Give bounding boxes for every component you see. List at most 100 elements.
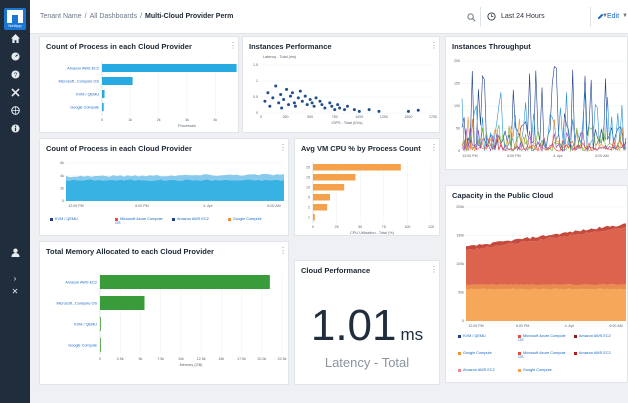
breadcrumb-tenant[interactable]: Tenant Name xyxy=(40,13,82,20)
legend-item[interactable]: Amazon AWS EC2 xyxy=(574,351,611,355)
instances-throughput-line-chart: 0 50 100 150 200 12:00 PM 6:00 PM 4. Apr 6:00 AM xyxy=(454,59,627,158)
x-tick-label: 25 xyxy=(335,225,339,229)
x-tick-label: 4. Apr xyxy=(203,204,213,208)
bar xyxy=(102,64,237,72)
widget-title: Instances Throughput xyxy=(452,42,531,51)
y-tick-label: 0 xyxy=(62,199,64,203)
gauge-icon[interactable] xyxy=(6,52,24,66)
search-icon[interactable] xyxy=(464,10,478,24)
legend-label: Google Compute xyxy=(463,351,492,355)
scatter-point xyxy=(352,108,356,112)
x-tick-label: 17.5k xyxy=(237,357,246,361)
latency-number: 1.01 xyxy=(310,301,397,350)
user-icon[interactable] xyxy=(6,248,24,262)
legend-item[interactable]: Microsoft Azure Compute OS xyxy=(518,351,566,359)
capacity-area-chart: 0 50k 100k 150k 200k 12:00 PM 6:00 PM 4. Apr 6:0… xyxy=(456,205,626,328)
legend-item[interactable]: KVM / QEMU xyxy=(50,217,78,221)
widget-menu-icon[interactable]: ⋮ xyxy=(430,144,438,152)
y-tick-label: 150k xyxy=(456,234,464,238)
legend-item[interactable]: Google Compute xyxy=(228,217,262,221)
scatter-point xyxy=(300,99,304,103)
category-label: 1 xyxy=(308,216,310,220)
x-tick-label: 1000 xyxy=(355,115,363,119)
widget-title: Count of Process in each Cloud Provider xyxy=(46,42,192,51)
legend-item[interactable]: KVM / QEMU xyxy=(458,334,486,338)
y-axis-label: Latency - Total (ms) xyxy=(263,55,297,59)
x-tick-label: 4. Apr xyxy=(565,324,575,328)
widget-menu-icon[interactable]: ⋮ xyxy=(229,42,237,50)
scatter-point xyxy=(296,96,300,100)
scatter-point xyxy=(292,101,296,105)
widget-title: Cloud Performance xyxy=(301,266,371,275)
y-tick-label: 0 xyxy=(462,319,464,323)
widget-process-count-bar: Count of Process in each Cloud Provider … xyxy=(39,36,239,133)
widget-menu-icon[interactable]: ⋮ xyxy=(430,266,438,274)
x-tick-label: 75 xyxy=(382,225,386,229)
scatter-point xyxy=(338,106,342,110)
legend-item[interactable]: Amazon AWS EC2 xyxy=(172,217,209,221)
widget-menu-icon[interactable]: ⋮ xyxy=(430,42,438,50)
avg-vm-cpu-bar-chart: 0 25 50 75 100 125 20 15 10 5 2 1 CPU Utilization - … xyxy=(306,162,434,235)
netapp-logo[interactable]: NetApp xyxy=(4,8,26,30)
scatter-point xyxy=(268,104,272,108)
expand-icon[interactable]: › xyxy=(6,272,24,286)
edit-chevron-down-icon[interactable]: ▼ xyxy=(622,13,628,19)
x-tick-label: 6:00 PM xyxy=(507,154,520,158)
y-tick-label: 0.5 xyxy=(253,95,258,99)
legend-label: Amazon AWS EC2 xyxy=(579,334,611,338)
widget-menu-icon[interactable]: ⋮ xyxy=(279,247,287,255)
x-tick-label: 0 xyxy=(312,225,314,229)
scatter-point xyxy=(271,96,275,100)
x-axis-label: CPU Utilization - Total (%) xyxy=(350,231,395,235)
legend-label: Amazon AWS EC2 xyxy=(579,351,611,355)
scatter-point xyxy=(333,108,337,112)
legend-label: KVM / QEMU xyxy=(463,334,486,338)
x-tick-label: 15k xyxy=(218,357,224,361)
scatter-point xyxy=(357,109,361,113)
x-tick-label: 100 xyxy=(404,225,410,229)
category-label: Google Compute xyxy=(70,105,99,109)
y-tick-label: 2k xyxy=(60,187,64,191)
legend-item[interactable]: Google Compute xyxy=(518,368,552,372)
x-tick-label: 12:00 PM xyxy=(68,204,83,208)
legend-item[interactable]: Amazon AWS EC2 xyxy=(574,334,611,338)
x-tick-label: 250 xyxy=(283,115,289,119)
scatter-point xyxy=(320,103,324,107)
scatter-point xyxy=(277,101,281,105)
scatter-point xyxy=(305,103,309,107)
home-icon[interactable] xyxy=(6,34,24,48)
question-icon[interactable]: ? xyxy=(6,70,24,84)
category-label: Amazon AWS EC2 xyxy=(67,66,99,70)
legend-item[interactable]: Microsoft Azure Compute OS xyxy=(115,217,165,225)
x-tick-label: 6:00 PM xyxy=(516,324,529,328)
widget-instances-throughput: Instances Throughput 0 50 100 150 200 12:00 P… xyxy=(445,36,628,170)
scatter-point xyxy=(282,98,286,101)
x-tick-label: 10k xyxy=(178,357,184,361)
info-icon[interactable] xyxy=(6,124,24,138)
scatter-point xyxy=(308,98,312,101)
collapse-icon[interactable]: ✕ xyxy=(6,285,24,299)
scatter-point xyxy=(293,104,297,108)
tools-icon[interactable] xyxy=(6,88,24,102)
scatter-point xyxy=(303,94,307,98)
x-tick-label: 12:00 PM xyxy=(462,154,477,158)
globe-icon[interactable] xyxy=(6,106,24,120)
legend-item[interactable]: Google Compute xyxy=(458,351,492,355)
category-label: Microsoft...Compute OS xyxy=(58,79,99,83)
scatter-point xyxy=(343,108,347,112)
legend-label: Google Compute xyxy=(233,217,262,221)
y-tick-label: 50k xyxy=(458,291,464,295)
x-tick-label: 125 xyxy=(428,225,434,229)
bar xyxy=(313,184,345,191)
widget-menu-icon[interactable]: ⋮ xyxy=(279,144,287,152)
area-series xyxy=(66,179,284,201)
legend-item[interactable]: Amazon AWS EC2 xyxy=(458,368,495,372)
x-tick-label: 12.5k xyxy=(197,357,206,361)
process-count-bar-chart: 01k2k3k4k5k6kAmazon AWS EC2Microsoft...C… xyxy=(58,62,237,128)
widget-title: Count of Process in each Cloud Provider xyxy=(46,144,192,153)
category-label: Google Compute xyxy=(68,343,97,347)
legend-item[interactable]: Microsoft Azure Compute OS xyxy=(518,334,566,342)
scatter-point xyxy=(312,104,316,108)
pencil-icon xyxy=(597,13,604,20)
breadcrumb-dashboards[interactable]: All Dashboards xyxy=(90,13,137,20)
